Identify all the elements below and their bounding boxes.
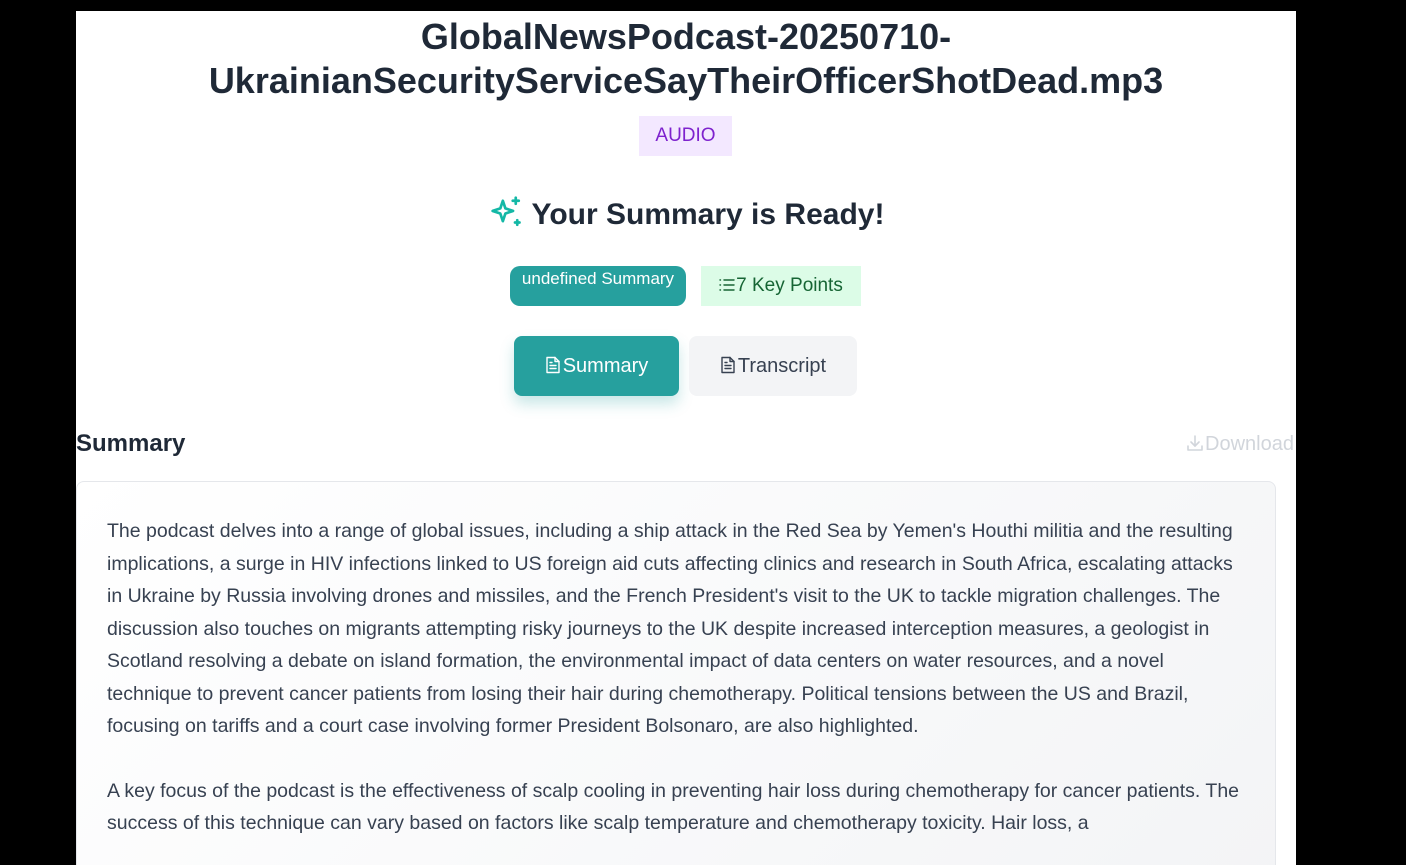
sparkles-icon (490, 196, 521, 227)
file-title-line-1: GlobalNewsPodcast-20250710- (420, 16, 952, 57)
list-icon (719, 279, 735, 291)
key-points-label: 7 Key Points (736, 275, 843, 296)
document-icon (721, 356, 735, 374)
tab-summary[interactable]: Summary (514, 336, 679, 396)
summary-paragraph: A key focus of the podcast is the effect… (107, 779, 1240, 835)
file-title-line-2: UkrainianSecurityServiceSayTheirOfficerS… (208, 60, 1164, 101)
summary-ready-heading: Your Summary is Ready! (76, 194, 1296, 235)
download-icon (1187, 435, 1203, 451)
document-icon (546, 356, 560, 374)
tab-transcript-label: Transcript (737, 355, 827, 377)
download-label: Download (1205, 433, 1294, 455)
summary-type-badge: undefined Summary (510, 266, 686, 306)
tab-transcript[interactable]: Transcript (689, 336, 857, 396)
summary-paragraph: The podcast delves into a range of globa… (107, 520, 1233, 737)
key-points-badge: 7 Key Points (701, 266, 861, 306)
summary-content-box: The podcast delves into a range of globa… (76, 481, 1276, 865)
summary-section-heading: Summary (76, 430, 186, 457)
summary-page: GlobalNewsPodcast-20250710- UkrainianSec… (76, 11, 1296, 865)
tab-summary-label: Summary (562, 355, 649, 377)
summary-ready-text: Your Summary is Ready! (531, 198, 885, 231)
download-button[interactable]: Download (1186, 431, 1294, 457)
file-type-badge: AUDIO (639, 116, 732, 156)
file-title: GlobalNewsPodcast-20250710- UkrainianSec… (76, 15, 1296, 103)
